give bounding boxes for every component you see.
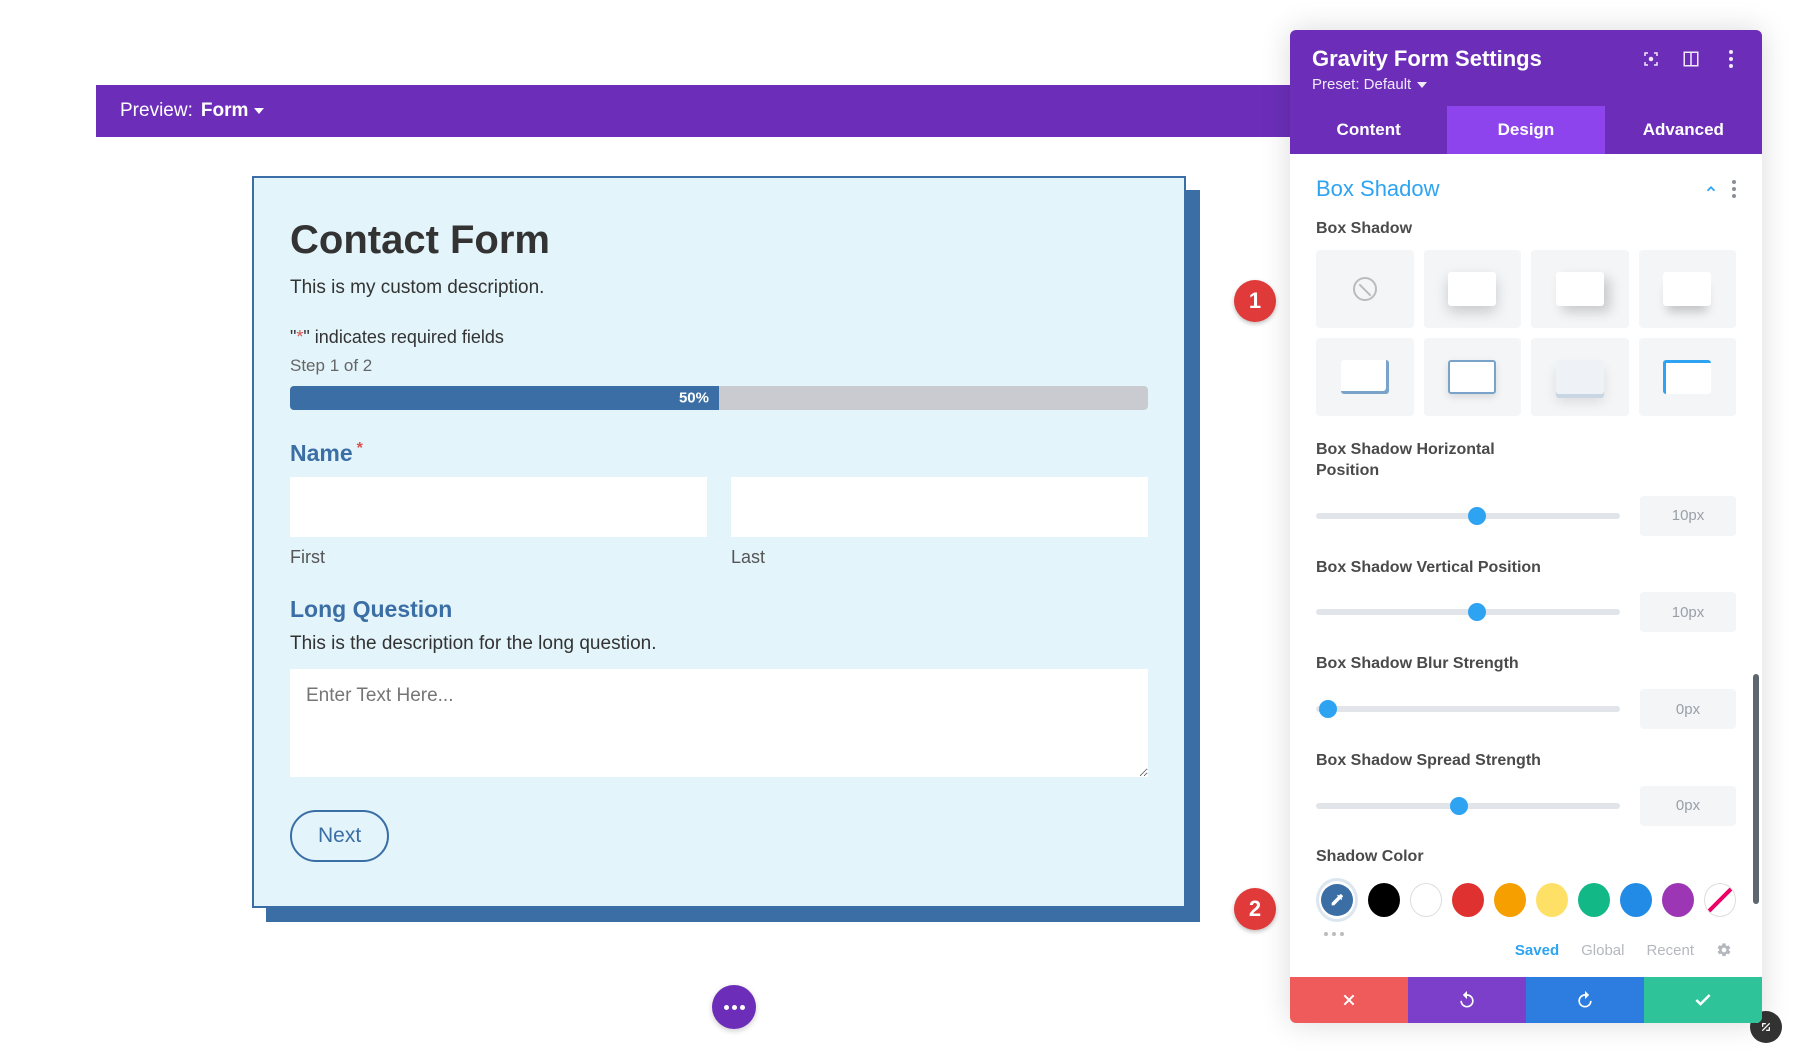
color-swatches	[1316, 878, 1736, 922]
tab-advanced[interactable]: Advanced	[1605, 106, 1762, 154]
swatch-yellow[interactable]	[1536, 883, 1568, 917]
blur-value[interactable]: 0px	[1640, 689, 1736, 729]
shadow-preset-none[interactable]	[1316, 250, 1414, 328]
spread-value[interactable]: 0px	[1640, 786, 1736, 826]
shadow-preset-5[interactable]	[1424, 338, 1522, 416]
blur-slider[interactable]	[1316, 706, 1620, 712]
eyedropper-icon	[1329, 892, 1345, 908]
panel-header: Gravity Form Settings Preset: Default	[1290, 30, 1762, 106]
swatch-white[interactable]	[1410, 883, 1442, 917]
chevron-down-icon	[254, 108, 264, 114]
callout-badge-1: 1	[1234, 280, 1276, 322]
required-note: "*" indicates required fields	[290, 327, 1148, 348]
name-sublabels: First Last	[290, 547, 1148, 568]
slider-spread: Box Shadow Spread Strength 0px	[1316, 751, 1736, 826]
progress-pct: 50%	[679, 390, 709, 407]
focus-icon[interactable]	[1642, 50, 1660, 68]
save-button[interactable]	[1644, 977, 1762, 1023]
redo-button[interactable]	[1526, 977, 1644, 1023]
shadow-preset-7[interactable]	[1639, 338, 1737, 416]
h-pos-value[interactable]: 10px	[1640, 496, 1736, 536]
v-pos-value[interactable]: 10px	[1640, 592, 1736, 632]
layout-icon[interactable]	[1682, 50, 1700, 68]
swatch-black[interactable]	[1368, 883, 1400, 917]
first-sublabel: First	[290, 547, 707, 568]
more-actions-button[interactable]	[712, 985, 756, 1029]
tab-content[interactable]: Content	[1290, 106, 1447, 154]
shadow-preset-3[interactable]	[1639, 250, 1737, 328]
shadow-preset-1[interactable]	[1424, 250, 1522, 328]
name-label: Name*	[290, 440, 1148, 467]
swatch-red[interactable]	[1452, 883, 1484, 917]
panel-footer	[1290, 977, 1762, 1023]
form-preview: Contact Form This is my custom descripti…	[252, 176, 1186, 908]
first-name-input[interactable]	[290, 477, 707, 537]
step-indicator: Step 1 of 2	[290, 356, 1148, 376]
color-tab-global[interactable]: Global	[1581, 942, 1624, 959]
lq-description: This is the description for the long que…	[290, 633, 1148, 655]
slider-blur: Box Shadow Blur Strength 0px	[1316, 654, 1736, 729]
gear-icon[interactable]	[1716, 942, 1732, 958]
progress-fill: 50%	[290, 386, 719, 410]
next-button[interactable]: Next	[290, 810, 389, 862]
preset-dropdown[interactable]: Preset: Default	[1312, 76, 1427, 93]
box-shadow-label: Box Shadow	[1316, 220, 1736, 238]
cancel-button[interactable]	[1290, 977, 1408, 1023]
panel-title: Gravity Form Settings	[1312, 46, 1542, 72]
progress-bar: 50%	[290, 386, 1148, 410]
undo-button[interactable]	[1408, 977, 1526, 1023]
shadow-preset-4[interactable]	[1316, 338, 1414, 416]
more-icon[interactable]	[1722, 50, 1740, 68]
panel-body: Box Shadow Box Shadow Box Shadow Horizon…	[1290, 154, 1762, 977]
lq-label: Long Question	[290, 596, 1148, 623]
panel-tabs: Content Design Advanced	[1290, 106, 1762, 154]
h-pos-slider[interactable]	[1316, 513, 1620, 519]
shadow-preset-grid	[1316, 250, 1736, 416]
none-icon	[1353, 277, 1377, 301]
color-tab-recent[interactable]: Recent	[1646, 942, 1694, 959]
scrollbar[interactable]	[1753, 674, 1759, 904]
shadow-preset-6[interactable]	[1531, 338, 1629, 416]
settings-panel: Gravity Form Settings Preset: Default Co…	[1290, 30, 1762, 1023]
more-colors-icon[interactable]	[1324, 932, 1736, 936]
last-name-input[interactable]	[731, 477, 1148, 537]
swatch-transparent[interactable]	[1704, 883, 1736, 917]
callout-badge-2: 2	[1234, 888, 1276, 930]
preview-label: Preview:	[120, 100, 193, 122]
swatch-blue[interactable]	[1620, 883, 1652, 917]
tab-design[interactable]: Design	[1447, 106, 1604, 154]
slider-h-pos: Box Shadow Horizontal Position 10px	[1316, 440, 1736, 536]
color-tabs: Saved Global Recent	[1316, 942, 1736, 959]
section-title[interactable]: Box Shadow	[1316, 176, 1440, 202]
slider-v-pos: Box Shadow Vertical Position 10px	[1316, 558, 1736, 633]
collapse-icon[interactable]	[1704, 182, 1718, 196]
swatch-orange[interactable]	[1494, 883, 1526, 917]
last-sublabel: Last	[731, 547, 1148, 568]
form-card: Contact Form This is my custom descripti…	[252, 176, 1186, 908]
v-pos-slider[interactable]	[1316, 609, 1620, 615]
preview-bar: Preview: Form	[96, 85, 1324, 137]
form-title: Contact Form	[290, 218, 1148, 263]
swatch-purple[interactable]	[1662, 883, 1694, 917]
form-description: This is my custom description.	[290, 277, 1148, 299]
name-row	[290, 477, 1148, 537]
chevron-down-icon	[1417, 82, 1427, 88]
swatch-green[interactable]	[1578, 883, 1610, 917]
preview-dropdown[interactable]: Form	[201, 100, 265, 122]
shadow-color-label: Shadow Color	[1316, 848, 1736, 866]
section-more-icon[interactable]	[1732, 180, 1736, 198]
preview-value: Form	[201, 100, 249, 122]
spread-slider[interactable]	[1316, 803, 1620, 809]
shadow-preset-2[interactable]	[1531, 250, 1629, 328]
color-picker-button[interactable]	[1316, 878, 1358, 922]
lq-textarea[interactable]	[290, 669, 1148, 777]
color-tab-saved[interactable]: Saved	[1515, 942, 1559, 959]
